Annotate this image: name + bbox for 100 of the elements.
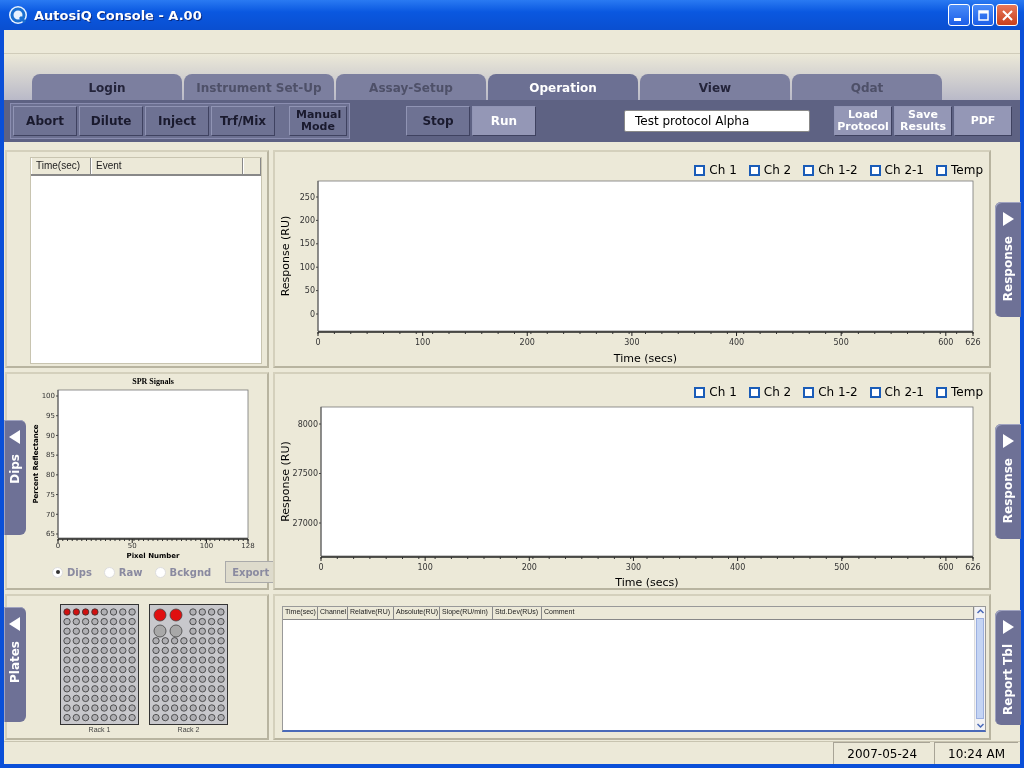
well[interactable] [100, 685, 108, 693]
well[interactable] [208, 656, 216, 664]
toolbar-button[interactable]: PDF [954, 106, 1012, 136]
tab[interactable]: View [640, 74, 790, 100]
well[interactable] [119, 618, 127, 626]
well[interactable] [189, 656, 197, 664]
well[interactable] [161, 694, 169, 702]
well[interactable] [180, 637, 188, 645]
well[interactable] [217, 704, 225, 712]
radio-button[interactable]: Raw [103, 566, 143, 578]
radio-button[interactable]: Bckgnd [154, 566, 212, 578]
side-tab[interactable]: Response [995, 201, 1021, 317]
well[interactable] [217, 714, 225, 722]
well[interactable] [128, 694, 136, 702]
well[interactable] [208, 608, 216, 616]
well[interactable] [128, 666, 136, 674]
well[interactable] [198, 666, 207, 674]
well[interactable] [189, 685, 197, 693]
well[interactable] [82, 637, 90, 645]
well[interactable] [128, 608, 136, 616]
well[interactable] [72, 685, 80, 693]
well[interactable] [109, 637, 118, 645]
well[interactable] [217, 627, 225, 635]
well[interactable] [161, 675, 169, 683]
well[interactable] [109, 694, 118, 702]
well[interactable] [119, 637, 127, 645]
well[interactable] [161, 714, 169, 722]
well[interactable] [82, 675, 90, 683]
well[interactable] [217, 656, 225, 664]
well[interactable] [171, 694, 179, 702]
well[interactable] [91, 714, 99, 722]
close-button[interactable] [996, 4, 1018, 26]
well[interactable] [189, 646, 197, 654]
toolbar-button[interactable]: Dilute [79, 106, 143, 136]
well[interactable] [91, 685, 99, 693]
well[interactable] [198, 646, 207, 654]
well[interactable] [109, 608, 118, 616]
well[interactable] [152, 704, 160, 712]
well[interactable] [161, 704, 169, 712]
well[interactable] [198, 637, 207, 645]
well[interactable] [208, 704, 216, 712]
well[interactable] [63, 714, 71, 722]
channel-checkbox[interactable]: Ch 1 [694, 162, 737, 178]
well[interactable] [82, 714, 90, 722]
well[interactable] [208, 666, 216, 674]
well[interactable] [128, 637, 136, 645]
well[interactable] [100, 637, 108, 645]
toolbar-button[interactable]: Stop [406, 106, 470, 136]
well[interactable] [208, 618, 216, 626]
channel-checkbox[interactable]: Temp [936, 162, 983, 178]
well[interactable] [72, 714, 80, 722]
well[interactable] [161, 656, 169, 664]
well[interactable] [91, 666, 99, 674]
well[interactable] [119, 608, 127, 616]
channel-checkbox[interactable]: Ch 1-2 [803, 384, 858, 400]
well[interactable] [198, 685, 207, 693]
well[interactable] [72, 704, 80, 712]
well[interactable] [152, 685, 160, 693]
well[interactable] [91, 675, 99, 683]
well[interactable] [63, 608, 71, 616]
well[interactable] [208, 714, 216, 722]
well[interactable] [72, 694, 80, 702]
well[interactable] [82, 694, 90, 702]
column-header[interactable]: Time(sec) [31, 158, 91, 174]
well[interactable] [180, 656, 188, 664]
well[interactable] [109, 627, 118, 635]
well[interactable] [100, 608, 108, 616]
well[interactable] [100, 694, 108, 702]
minimize-button[interactable] [948, 4, 970, 26]
well[interactable] [63, 685, 71, 693]
well[interactable] [198, 618, 206, 626]
well[interactable] [161, 646, 169, 654]
well[interactable] [189, 627, 197, 635]
well[interactable] [171, 714, 179, 722]
well[interactable] [189, 666, 197, 674]
toolbar-button[interactable]: Run [472, 106, 536, 136]
well[interactable] [171, 666, 179, 674]
well[interactable] [109, 618, 118, 626]
scrollbar[interactable] [974, 607, 985, 730]
well[interactable] [152, 646, 160, 654]
well[interactable] [198, 608, 206, 616]
well[interactable] [100, 666, 108, 674]
well[interactable] [171, 637, 179, 645]
well[interactable] [119, 646, 127, 654]
well[interactable] [109, 685, 118, 693]
well[interactable] [63, 675, 71, 683]
well[interactable] [217, 666, 225, 674]
toolbar-button[interactable]: Trf/Mix [211, 106, 275, 136]
well[interactable] [171, 646, 179, 654]
well[interactable] [217, 685, 225, 693]
well[interactable] [119, 656, 127, 664]
well[interactable] [208, 627, 216, 635]
well[interactable] [189, 608, 197, 616]
well[interactable] [72, 618, 80, 626]
well[interactable] [63, 637, 71, 645]
channel-checkbox[interactable]: Ch 2-1 [869, 384, 924, 400]
well[interactable] [217, 608, 225, 616]
well[interactable] [189, 714, 197, 722]
well[interactable] [171, 656, 179, 664]
well[interactable] [91, 627, 99, 635]
